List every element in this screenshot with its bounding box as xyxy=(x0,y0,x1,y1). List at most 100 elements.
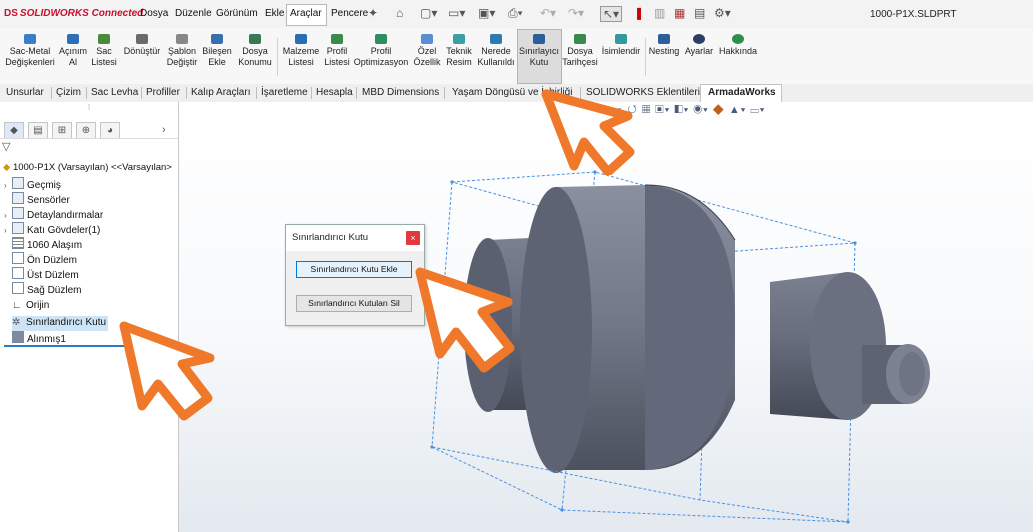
tree-item-label: Geçmiş xyxy=(27,180,61,191)
file-location-button[interactable]: Dosya Konumu xyxy=(236,34,274,68)
plane-icon xyxy=(12,282,24,294)
command-tabs: Unsurlar Çizim Sac Levha Profiller Kalıp… xyxy=(0,84,1033,104)
panel-grip[interactable]: ⁝ xyxy=(0,102,178,120)
file-history-button[interactable]: Dosya Tarihçesi xyxy=(562,34,598,68)
tab-sac-levha[interactable]: Sac Levha xyxy=(91,87,138,98)
ribbon-label: Açınım Al xyxy=(58,46,87,67)
menu-pencere[interactable]: Pencere xyxy=(331,8,368,19)
expand-arrow-icon[interactable]: › xyxy=(4,179,12,193)
where-used-button[interactable]: Nerede Kullanıldı xyxy=(476,34,516,68)
save-icon[interactable]: ▣▾ xyxy=(478,6,495,20)
print-icon[interactable]: ⎙▾ xyxy=(508,6,523,21)
dimxpert-tab-icon[interactable]: ⊕ xyxy=(76,122,96,139)
stop-icon[interactable]: ▦ xyxy=(674,6,685,20)
display-manager-tab-icon[interactable]: ◕ xyxy=(100,122,120,139)
nesting-button[interactable]: Nesting xyxy=(648,34,680,57)
home-icon[interactable]: ⌂ xyxy=(396,6,403,20)
tree-item-sensors[interactable]: Sensörler xyxy=(4,192,70,206)
ribbon-label: Sac-Metal Değişkenleri xyxy=(5,46,55,67)
undo-icon[interactable]: ↶▾ xyxy=(540,6,556,20)
view-settings-icon[interactable]: ▭▾ xyxy=(750,104,765,116)
tree-item-label: Sensörler xyxy=(27,195,70,206)
brand-name: SOLIDWORKS Connected xyxy=(19,8,144,19)
scene-icon[interactable]: ▲▾ xyxy=(729,104,747,116)
window-icon[interactable]: ▤ xyxy=(694,6,705,20)
settings-button[interactable]: Ayarlar xyxy=(682,34,716,57)
ribbon-label: Profil Optimizasyon xyxy=(353,46,409,67)
tree-item-front-plane[interactable]: Ön Düzlem xyxy=(4,252,77,266)
plane-icon xyxy=(12,252,24,264)
about-button[interactable]: Hakkında xyxy=(718,34,758,57)
chevron-right-icon[interactable]: › xyxy=(162,124,166,136)
ribbon-label: Bileşen Ekle xyxy=(202,46,232,67)
tree-item-history[interactable]: › Geçmiş xyxy=(4,177,61,191)
tree-item-right-plane[interactable]: Sağ Düzlem xyxy=(4,282,81,296)
display-style-icon[interactable]: ◧▾ xyxy=(674,104,689,116)
select-icon[interactable]: ↖▾ xyxy=(600,6,623,22)
dialog-body: Sınırlandırıcı Kutu Ekle Sınırlandırıcı … xyxy=(286,251,424,325)
material-icon xyxy=(12,237,24,249)
filter-row[interactable]: ▽ xyxy=(2,140,172,154)
profile-list-button[interactable]: Profil Listesi xyxy=(322,34,352,68)
tree-root-part[interactable]: ◆ 1000-P1X (Varsayılan) <<Varsayılan> xyxy=(3,162,172,173)
sheet-list-button[interactable]: Sac Listesi xyxy=(90,34,118,68)
menu-ekle[interactable]: Ekle xyxy=(265,8,284,19)
open-file-icon[interactable]: ▭▾ xyxy=(448,6,465,20)
tab-cizim[interactable]: Çizim xyxy=(56,87,81,98)
tree-item-label: Detaylandırmalar xyxy=(27,210,104,221)
tab-isaretleme[interactable]: İşaretleme xyxy=(261,87,308,98)
feature-tree-tab-icon[interactable]: ◆ xyxy=(4,122,24,139)
ribbon-label: Dönüştür xyxy=(123,46,161,56)
profile-optimization-button[interactable]: Profil Optimizasyon xyxy=(352,34,410,68)
material-list-button[interactable]: Malzeme Listesi xyxy=(280,34,322,68)
add-component-button[interactable]: Bileşen Ekle xyxy=(200,34,234,68)
property-manager-tab-icon[interactable]: ▤ xyxy=(28,122,48,139)
solidworks-logo[interactable]: DS SOLIDWORKS Connected xyxy=(4,8,143,19)
tree-item-annotations[interactable]: › Detaylandırmalar xyxy=(4,207,103,221)
add-bounding-box-button[interactable]: Sınırlandırıcı Kutu Ekle xyxy=(296,261,412,278)
filter-icon[interactable]: ▽ xyxy=(2,141,10,153)
pin-icon[interactable]: ✦ xyxy=(368,6,378,20)
edit-appearance-icon[interactable]: ◆ xyxy=(713,104,725,116)
configuration-tab-icon[interactable]: ⊞ xyxy=(52,122,72,139)
menu-araclar[interactable]: Araçlar xyxy=(290,8,322,19)
rebuild-icon[interactable]: ❚ xyxy=(634,6,644,20)
convert-button[interactable]: Dönüştür xyxy=(120,34,164,57)
flatten-button[interactable]: Açınım Al xyxy=(58,34,88,68)
menu-gorunum[interactable]: Görünüm xyxy=(216,8,258,19)
tab-hesapla[interactable]: Hesapla xyxy=(316,87,353,98)
orange-arrow-icon xyxy=(119,321,215,421)
bounding-box-button[interactable]: Sınırlayıcı Kutu xyxy=(518,34,560,68)
tab-unsurlar[interactable]: Unsurlar xyxy=(6,87,44,98)
menu-duzenle[interactable]: Düzenle xyxy=(175,8,212,19)
remove-bounding-boxes-button[interactable]: Sınırlandırıcı Kutuları Sil xyxy=(296,295,412,312)
menu-dosya[interactable]: Dosya xyxy=(140,8,168,19)
tree-item-solid-bodies[interactable]: › Katı Gövdeler(1) xyxy=(4,222,100,236)
options-gear-icon[interactable]: ⚙▾ xyxy=(714,6,731,20)
ribbon-label: Teknik Resim xyxy=(446,46,472,67)
expand-arrow-icon[interactable]: › xyxy=(4,224,12,238)
tree-item-bounding-box[interactable]: ✲ Sınırlandırıcı Kutu xyxy=(4,316,106,330)
tree-item-material[interactable]: 1060 Alaşım xyxy=(4,237,82,251)
ribbon-label: Dosya Tarihçesi xyxy=(562,46,598,67)
file-props-icon[interactable]: ▥ xyxy=(654,6,665,20)
tree-item-top-plane[interactable]: Üst Düzlem xyxy=(4,267,79,281)
custom-property-button[interactable]: Özel Özellik xyxy=(412,34,442,68)
rename-button[interactable]: İsimlendir xyxy=(600,34,642,57)
tab-mbd-dimensions[interactable]: MBD Dimensions xyxy=(362,87,439,98)
redo-icon[interactable]: ↷▾ xyxy=(568,6,584,20)
tab-profiller[interactable]: Profiller xyxy=(146,87,180,98)
hide-show-icon[interactable]: ◉▾ xyxy=(693,104,708,116)
tab-armadaworks[interactable]: ArmadaWorks xyxy=(708,87,776,98)
tab-kalip-araclari[interactable]: Kalıp Araçları xyxy=(191,87,250,98)
technical-drawing-button[interactable]: Teknik Resim xyxy=(444,34,474,68)
change-template-button[interactable]: Şablon Değiştir xyxy=(166,34,198,68)
close-icon[interactable]: × xyxy=(406,231,420,245)
origin-icon: ∟ xyxy=(12,300,22,311)
expand-arrow-icon[interactable]: › xyxy=(4,209,12,223)
sheet-metal-variables-button[interactable]: Sac-Metal Değişkenleri xyxy=(5,34,55,68)
ribbon-label: Şablon Değiştir xyxy=(166,46,198,67)
tree-item-imported[interactable]: Alınmış1 xyxy=(4,331,66,345)
tree-item-origin[interactable]: ∟ Orijin xyxy=(4,299,49,313)
new-file-icon[interactable]: ▢▾ xyxy=(420,6,437,20)
